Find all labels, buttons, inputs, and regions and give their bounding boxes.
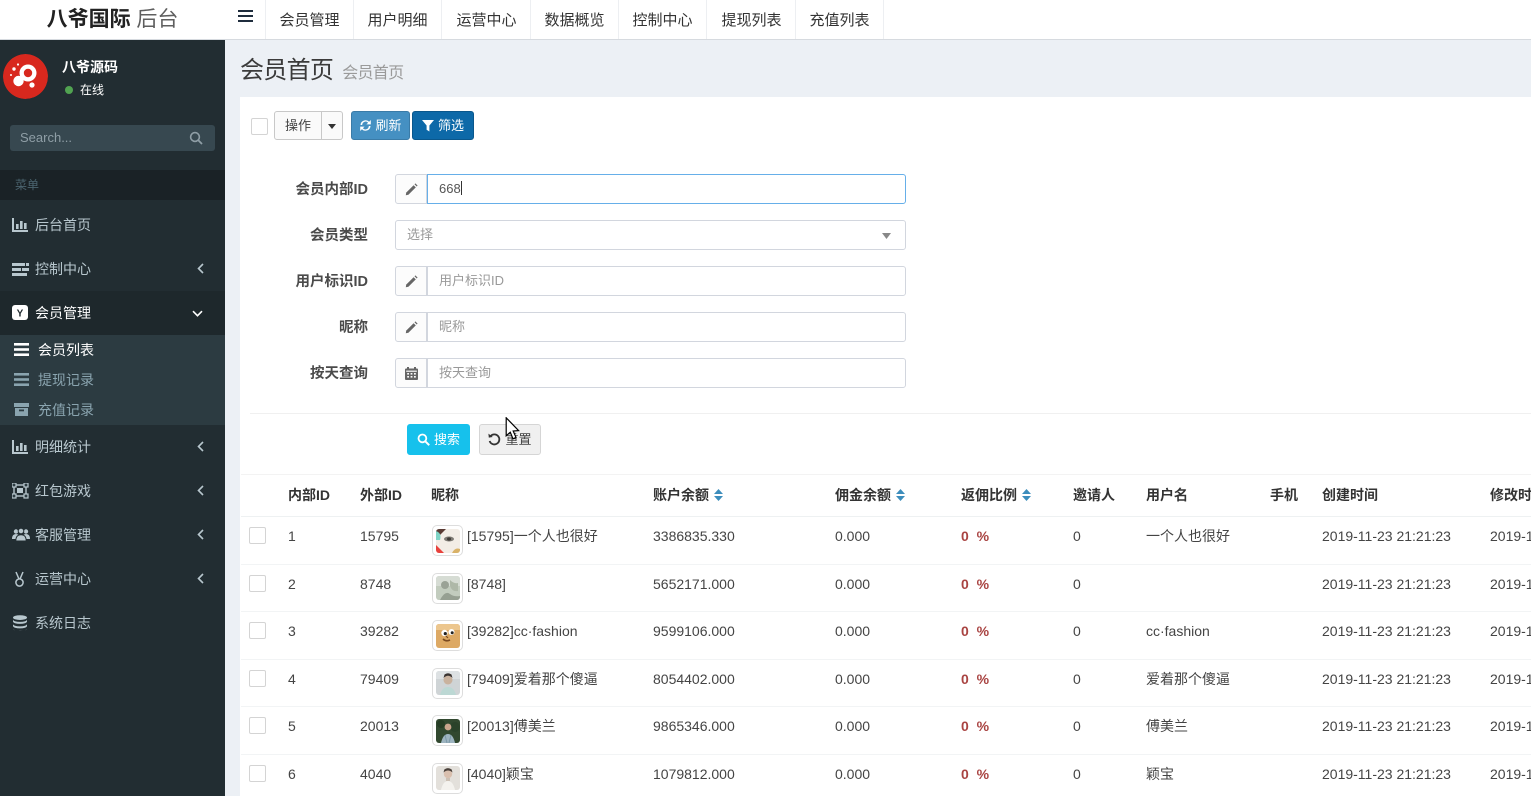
svg-text:Y: Y — [17, 309, 24, 320]
